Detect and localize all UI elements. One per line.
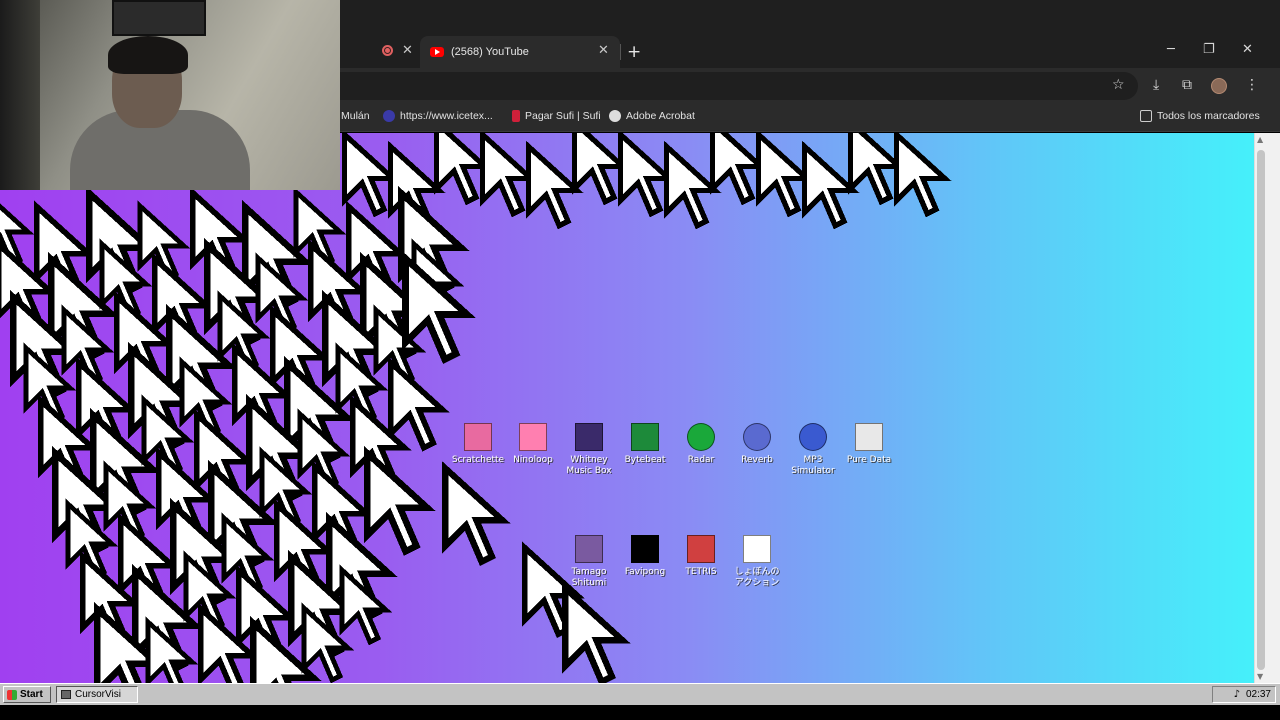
speaker-icon[interactable]: ♪ bbox=[1234, 689, 1240, 700]
scroll-up-icon[interactable]: ▲ bbox=[1257, 135, 1263, 144]
start-button[interactable]: Start bbox=[3, 686, 51, 703]
webcam-poster bbox=[112, 0, 206, 36]
tab-close-icon[interactable]: ✕ bbox=[402, 44, 413, 58]
start-label: Start bbox=[20, 689, 43, 700]
close-icon[interactable]: ✕ bbox=[1242, 42, 1253, 57]
whitney-icon bbox=[575, 423, 603, 451]
desktop-icon-whitney-music-box[interactable]: Whitney Music Box bbox=[561, 423, 617, 477]
plus-icon[interactable]: + bbox=[627, 42, 641, 62]
bytebeat-icon bbox=[631, 423, 659, 451]
bookmark-label: Pagar Sufi | Sufi bbox=[525, 110, 601, 122]
start-flag-icon bbox=[7, 689, 17, 700]
bookmark-label: https://www.icetex... bbox=[400, 110, 493, 122]
shobon-cat-icon bbox=[743, 535, 771, 563]
pure-data-icon bbox=[855, 423, 883, 451]
bookmarks-folder[interactable]: Todos los marcadores bbox=[1140, 110, 1260, 122]
bookmark-sufi[interactable]: Pagar Sufi | Sufi bbox=[512, 110, 601, 122]
desktop-icon-radar[interactable]: Radar bbox=[673, 423, 729, 466]
sufi-icon bbox=[512, 110, 520, 122]
tab-close-icon[interactable]: ✕ bbox=[598, 44, 609, 58]
window-icon bbox=[61, 690, 71, 699]
address-bar[interactable] bbox=[340, 72, 1138, 100]
ninoloop-icon bbox=[519, 423, 547, 451]
scrollbar-thumb[interactable] bbox=[1257, 150, 1265, 670]
system-tray: ♪ 02:37 bbox=[1212, 686, 1276, 703]
eye-icon bbox=[383, 110, 395, 122]
desktop-icon-scratchette[interactable]: Scratchette bbox=[450, 423, 506, 466]
webcam-person-hair bbox=[108, 36, 188, 74]
download-icon[interactable]: ⤓ bbox=[1153, 77, 1159, 93]
avatar[interactable] bbox=[1211, 78, 1227, 94]
webcam-overlay bbox=[0, 0, 340, 190]
webcam-shadow bbox=[0, 0, 40, 190]
desktop-icon-ninoloop[interactable]: Ninoloop bbox=[505, 423, 561, 466]
bookmark-label: Adobe Acrobat bbox=[626, 110, 695, 122]
bookmark-acrobat[interactable]: Adobe Acrobat bbox=[609, 110, 695, 122]
bookmarks-folder-label: Todos los marcadores bbox=[1157, 110, 1260, 122]
acrobat-icon bbox=[609, 110, 621, 122]
tab-title: (2568) YouTube bbox=[451, 46, 529, 58]
tab-youtube[interactable]: (2568) YouTube bbox=[420, 36, 620, 68]
recording-icon bbox=[382, 45, 393, 56]
bookmark-mulan[interactable]: Mulán bbox=[341, 110, 370, 122]
star-icon[interactable]: ☆ bbox=[1112, 77, 1125, 93]
folder-icon bbox=[1140, 110, 1152, 122]
taskbar-item-cursorvisi[interactable]: CursorVisi bbox=[56, 686, 138, 703]
bookmark-label: Mulán bbox=[341, 110, 370, 122]
desktop-icon-tetris[interactable]: TETRIS bbox=[673, 535, 729, 578]
menu-icon[interactable]: ⋮ bbox=[1245, 77, 1259, 93]
desktop-icon-mp3-simulator[interactable]: MP3 Simulator bbox=[785, 423, 841, 477]
scroll-down-icon[interactable]: ▼ bbox=[1257, 672, 1263, 681]
minimize-icon[interactable]: ─ bbox=[1167, 42, 1175, 57]
radar-icon bbox=[687, 423, 715, 451]
desktop-icon-pure-data[interactable]: Pure Data bbox=[841, 423, 897, 466]
clock: 02:37 bbox=[1245, 689, 1271, 700]
letterbox-bottom bbox=[0, 705, 1280, 720]
screen: ✕ (2568) YouTube ✕ + ─ ❐ ✕ ☆ ⤓ ⧉ ⋮ Mulán… bbox=[0, 0, 1280, 720]
scratchette-icon bbox=[464, 423, 492, 451]
desktop-icon-favipong[interactable]: Favipong bbox=[617, 535, 673, 578]
reverb-icon bbox=[743, 423, 771, 451]
favipong-icon bbox=[631, 535, 659, 563]
tab-separator bbox=[620, 44, 621, 60]
taskbar-item-label: CursorVisi bbox=[75, 689, 121, 700]
desktop-icon-shobon[interactable]: しょぼんの アクション bbox=[729, 535, 785, 589]
tetris-icon bbox=[687, 535, 715, 563]
youtube-icon bbox=[430, 47, 444, 57]
taskbar bbox=[0, 683, 1280, 705]
restore-icon[interactable]: ❐ bbox=[1203, 42, 1215, 57]
desktop-icon-reverb[interactable]: Reverb bbox=[729, 423, 785, 466]
extensions-icon[interactable]: ⧉ bbox=[1182, 77, 1192, 93]
mp3-icon bbox=[799, 423, 827, 451]
bookmark-icetex[interactable]: https://www.icetex... bbox=[383, 110, 493, 122]
desktop-icon-bytebeat[interactable]: Bytebeat bbox=[617, 423, 673, 466]
emulated-desktop[interactable]: Scratchette Ninoloop Whitney Music Box B… bbox=[0, 133, 1254, 683]
